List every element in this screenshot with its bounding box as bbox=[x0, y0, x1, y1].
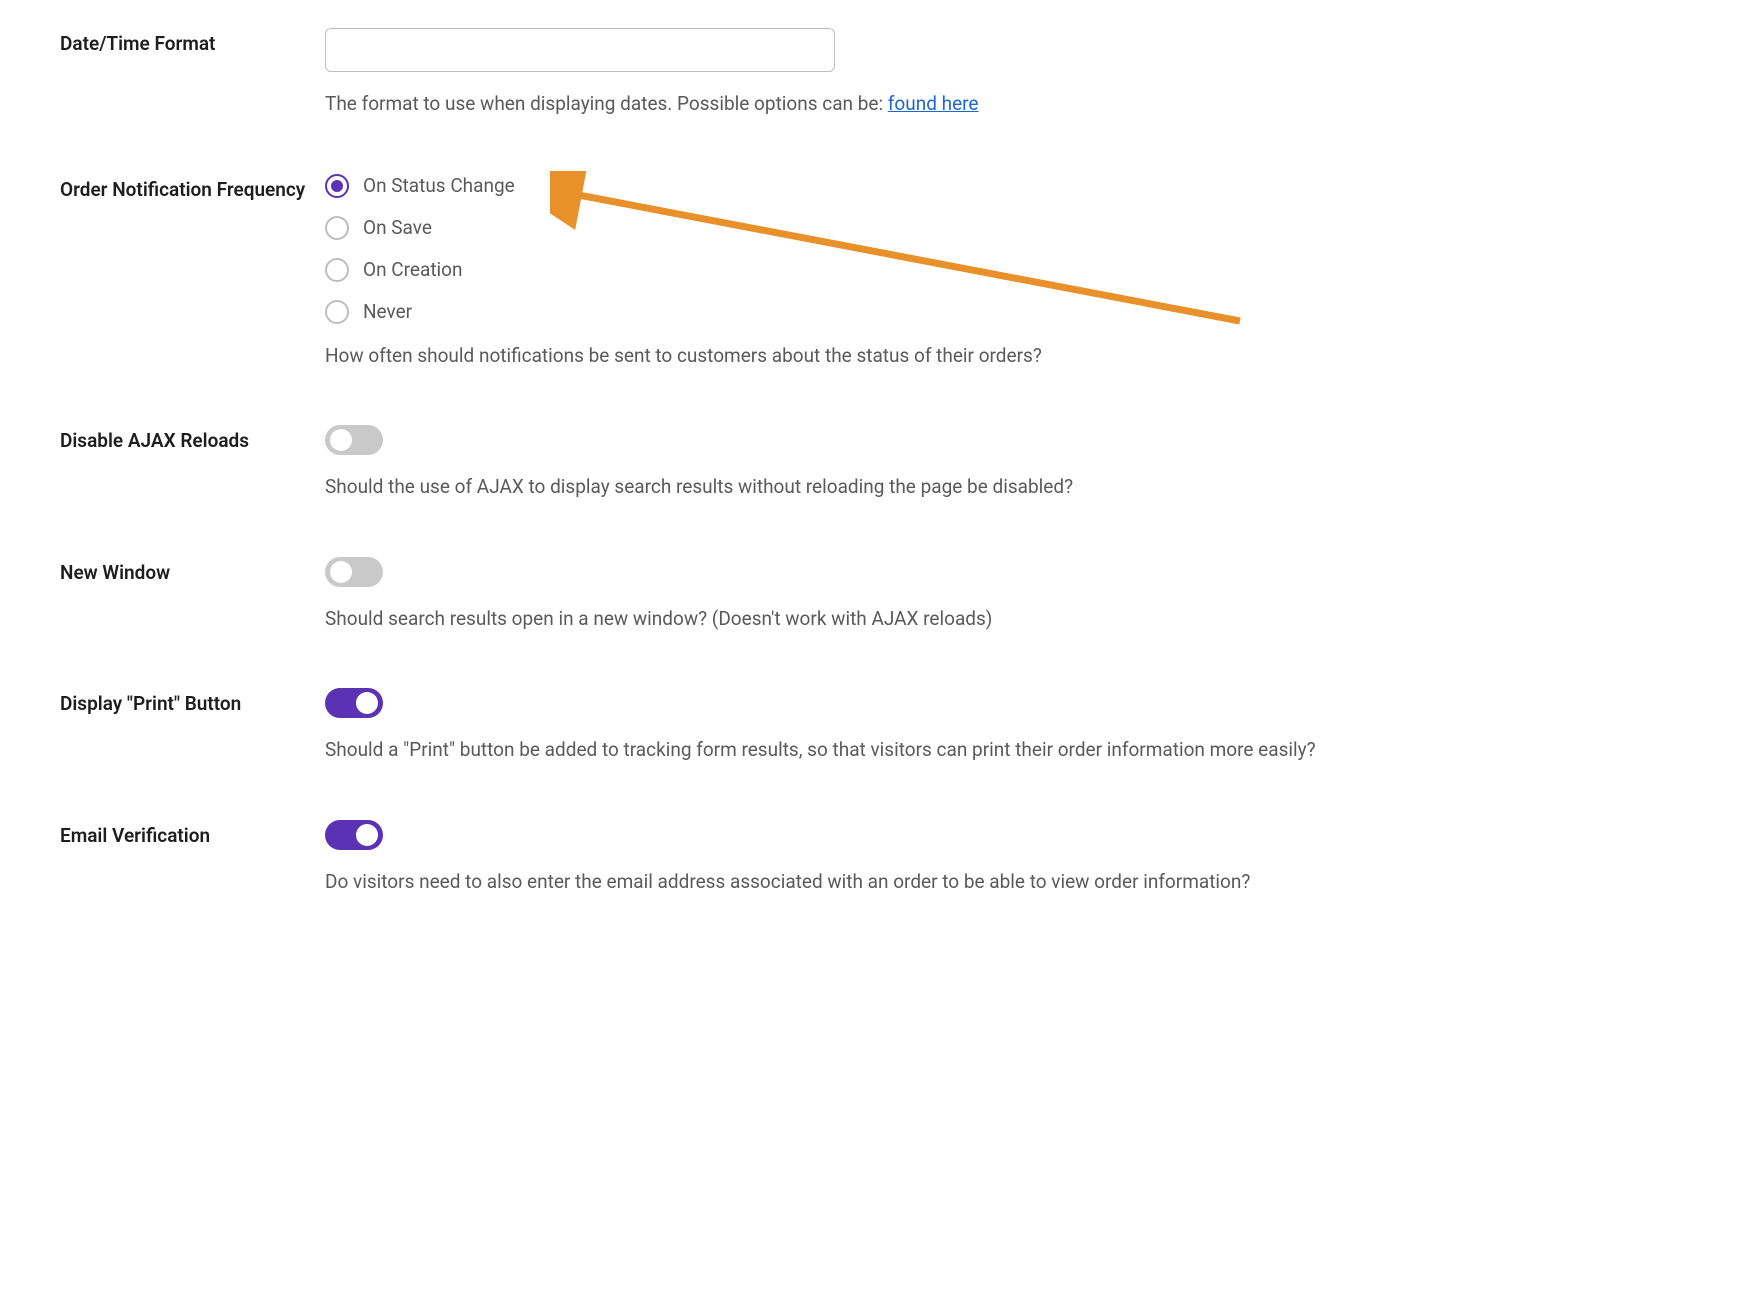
setting-new-window: New Window Should search results open in… bbox=[60, 557, 1684, 633]
display-print-label: Display "Print" Button bbox=[60, 688, 325, 718]
radio-on-status-change[interactable]: On Status Change bbox=[325, 174, 1684, 198]
toggle-knob bbox=[330, 429, 352, 451]
toggle-knob bbox=[356, 692, 378, 714]
new-window-help: Should search results open in a new wind… bbox=[325, 605, 1684, 633]
email-verification-control: Do visitors need to also enter the email… bbox=[325, 820, 1684, 896]
radio-label: On Creation bbox=[363, 258, 462, 281]
toggle-knob bbox=[330, 561, 352, 583]
display-print-help: Should a "Print" button be added to trac… bbox=[325, 736, 1684, 764]
setting-display-print: Display "Print" Button Should a "Print" … bbox=[60, 688, 1684, 764]
order-notification-frequency-control: On Status Change On Save On Creation Nev… bbox=[325, 174, 1684, 370]
setting-order-notification-frequency: Order Notification Frequency On Status C… bbox=[60, 174, 1684, 370]
order-notification-frequency-help: How often should notifications be sent t… bbox=[325, 342, 1684, 370]
found-here-link[interactable]: found here bbox=[888, 92, 979, 115]
setting-date-time-format: Date/Time Format The format to use when … bbox=[60, 28, 1684, 118]
help-text-prefix: The format to use when displaying dates.… bbox=[325, 92, 888, 115]
disable-ajax-control: Should the use of AJAX to display search… bbox=[325, 425, 1684, 501]
radio-on-creation[interactable]: On Creation bbox=[325, 258, 1684, 282]
radio-icon bbox=[325, 216, 349, 240]
disable-ajax-label: Disable AJAX Reloads bbox=[60, 425, 325, 455]
radio-icon bbox=[325, 174, 349, 198]
date-time-format-input[interactable] bbox=[325, 28, 835, 72]
email-verification-label: Email Verification bbox=[60, 820, 325, 850]
date-time-format-control: The format to use when displaying dates.… bbox=[325, 28, 1684, 118]
radio-never[interactable]: Never bbox=[325, 300, 1684, 324]
date-time-format-help: The format to use when displaying dates.… bbox=[325, 90, 1684, 118]
toggle-knob bbox=[356, 824, 378, 846]
display-print-toggle[interactable] bbox=[325, 688, 383, 718]
email-verification-help: Do visitors need to also enter the email… bbox=[325, 868, 1684, 896]
radio-label: On Save bbox=[363, 216, 432, 239]
radio-on-save[interactable]: On Save bbox=[325, 216, 1684, 240]
setting-disable-ajax: Disable AJAX Reloads Should the use of A… bbox=[60, 425, 1684, 501]
radio-icon bbox=[325, 300, 349, 324]
radio-label: Never bbox=[363, 300, 412, 323]
email-verification-toggle[interactable] bbox=[325, 820, 383, 850]
new-window-label: New Window bbox=[60, 557, 325, 587]
display-print-control: Should a "Print" button be added to trac… bbox=[325, 688, 1684, 764]
disable-ajax-help: Should the use of AJAX to display search… bbox=[325, 473, 1684, 501]
date-time-format-label: Date/Time Format bbox=[60, 28, 325, 58]
order-notification-frequency-label: Order Notification Frequency bbox=[60, 174, 325, 204]
new-window-toggle[interactable] bbox=[325, 557, 383, 587]
disable-ajax-toggle[interactable] bbox=[325, 425, 383, 455]
setting-email-verification: Email Verification Do visitors need to a… bbox=[60, 820, 1684, 896]
new-window-control: Should search results open in a new wind… bbox=[325, 557, 1684, 633]
radio-label: On Status Change bbox=[363, 174, 515, 197]
radio-icon bbox=[325, 258, 349, 282]
